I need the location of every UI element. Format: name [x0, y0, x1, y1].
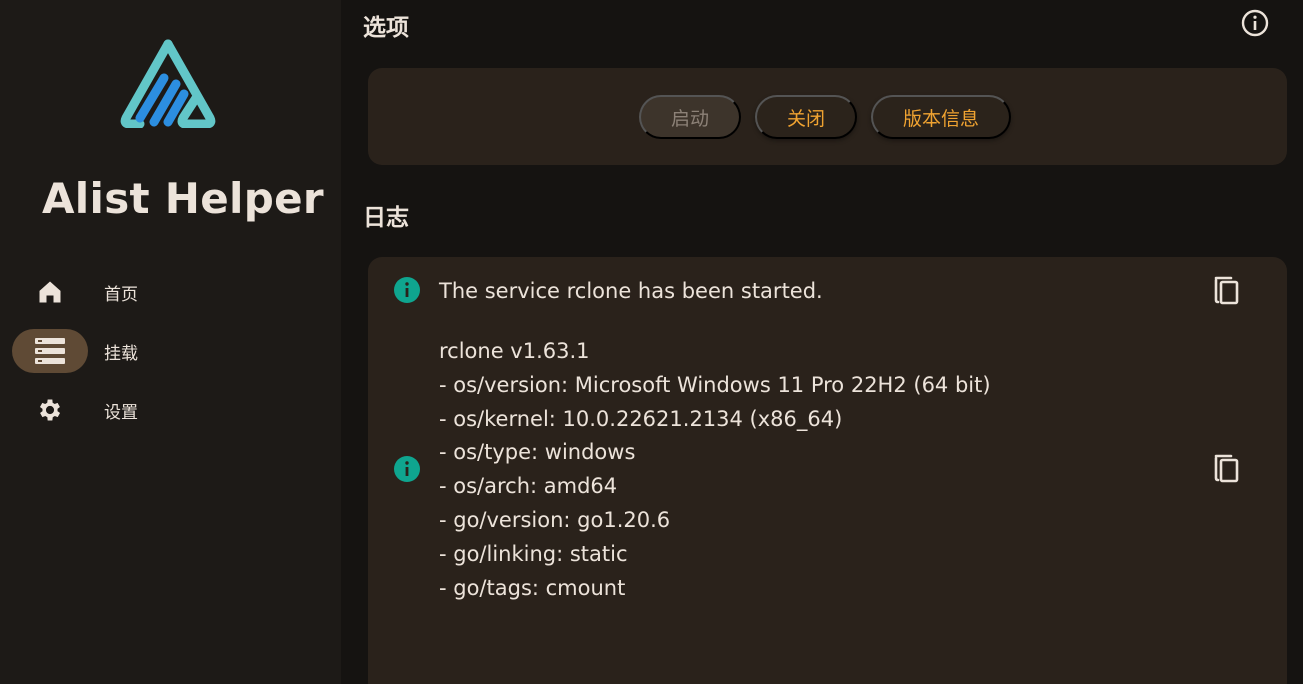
sidebar-item-home[interactable]: 首页	[12, 270, 332, 314]
sidebar-item-settings[interactable]: 设置	[12, 388, 332, 432]
log-entry-text: rclone v1.63.1 - os/version: Microsoft W…	[439, 339, 991, 600]
sidebar-item-mount[interactable]: 挂载	[12, 329, 332, 373]
gear-icon	[39, 399, 61, 421]
app-name: Alist Helper	[42, 174, 324, 223]
info-icon[interactable]	[1240, 8, 1270, 38]
options-card: 启动 关闭 版本信息	[368, 68, 1287, 165]
app-window: Alist Helper 首页 挂载 设置 选项 启动 关闭 版本信息 日志 T…	[0, 0, 1303, 684]
sidebar: Alist Helper 首页 挂载 设置	[0, 0, 341, 684]
sidebar-nav: 首页 挂载 设置	[12, 270, 332, 447]
stop-button[interactable]: 关闭	[755, 95, 858, 139]
sidebar-item-label: 首页	[104, 284, 138, 305]
sidebar-item-icon-wrap	[12, 388, 88, 432]
sidebar-item-label: 设置	[104, 402, 138, 423]
start-button[interactable]: 启动	[639, 95, 742, 139]
copy-icon[interactable]	[1212, 274, 1242, 306]
info-circle-icon	[394, 277, 420, 303]
log-card: The service rclone has been started. rcl…	[368, 257, 1287, 684]
log-title: 日志	[363, 205, 409, 231]
alist-logo-icon	[120, 39, 216, 128]
main-content: 选项 启动 关闭 版本信息 日志 The service rclone has …	[341, 0, 1303, 684]
log-entry-text: The service rclone has been started.	[439, 279, 823, 303]
options-title: 选项	[363, 15, 409, 41]
info-circle-icon	[394, 456, 420, 482]
storage-list-icon	[35, 338, 65, 364]
version-info-button[interactable]: 版本信息	[871, 95, 1012, 139]
sidebar-item-label: 挂载	[104, 343, 138, 364]
options-button-group: 启动 关闭 版本信息	[639, 95, 1012, 139]
sidebar-item-icon-wrap	[12, 329, 88, 373]
copy-icon[interactable]	[1212, 452, 1242, 484]
sidebar-item-icon-wrap	[12, 270, 88, 314]
home-icon	[39, 281, 61, 303]
